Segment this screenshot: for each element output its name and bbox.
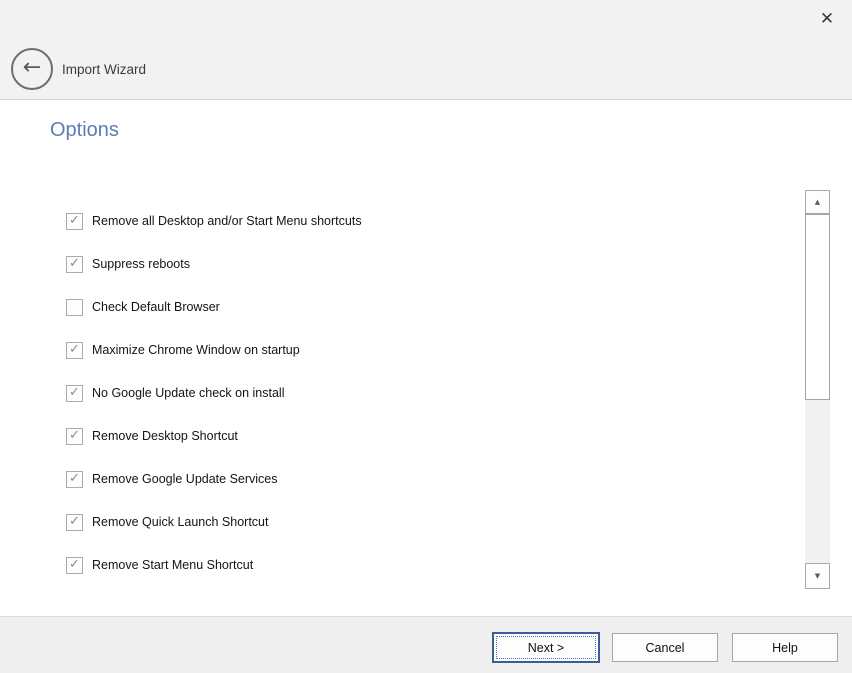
checkmark-icon: ✓: [69, 214, 80, 227]
checkbox-checked[interactable]: ✓: [66, 385, 83, 402]
checkmark-icon: ✓: [69, 257, 80, 270]
option-row: ✓ Suppress reboots: [66, 254, 190, 274]
option-row: Check Default Browser: [66, 297, 220, 317]
option-label: Remove Start Menu Shortcut: [92, 558, 253, 572]
option-row: ✓ No Google Update check on install: [66, 383, 284, 403]
checkmark-icon: ✓: [69, 515, 80, 528]
help-button[interactable]: Help: [732, 633, 838, 662]
cancel-button[interactable]: Cancel: [612, 633, 718, 662]
option-label: No Google Update check on install: [92, 386, 284, 400]
checkbox-checked[interactable]: ✓: [66, 428, 83, 445]
checkbox-checked[interactable]: ✓: [66, 557, 83, 574]
option-row: ✓ Remove Quick Launch Shortcut: [66, 512, 268, 532]
scrollbar-thumb[interactable]: [805, 214, 830, 400]
option-row: ✓ Remove Desktop Shortcut: [66, 426, 238, 446]
checkbox-checked[interactable]: ✓: [66, 213, 83, 230]
options-list: ✓ Remove all Desktop and/or Start Menu s…: [0, 0, 852, 673]
scrollbar[interactable]: ▲ ▼: [805, 190, 830, 589]
checkmark-icon: ✓: [69, 386, 80, 399]
option-label: Maximize Chrome Window on startup: [92, 343, 300, 357]
option-row: ✓ Remove Google Update Services: [66, 469, 278, 489]
import-wizard-window: ✕ ← Import Wizard Options ✓ Remove all D…: [0, 0, 852, 673]
footer-bar: [0, 616, 852, 673]
checkbox-checked[interactable]: ✓: [66, 514, 83, 531]
scroll-up-icon: ▲: [815, 199, 820, 206]
option-label: Remove all Desktop and/or Start Menu sho…: [92, 214, 362, 228]
scroll-down-icon: ▼: [815, 573, 820, 580]
option-label: Remove Quick Launch Shortcut: [92, 515, 268, 529]
option-label: Suppress reboots: [92, 257, 190, 271]
scrollbar-up-button[interactable]: ▲: [805, 190, 830, 214]
option-row: ✓ Maximize Chrome Window on startup: [66, 340, 300, 360]
checkbox-checked[interactable]: ✓: [66, 256, 83, 273]
option-label: Remove Google Update Services: [92, 472, 278, 486]
checkbox-unchecked[interactable]: [66, 299, 83, 316]
checkbox-checked[interactable]: ✓: [66, 471, 83, 488]
option-label: Remove Desktop Shortcut: [92, 429, 238, 443]
checkbox-checked[interactable]: ✓: [66, 342, 83, 359]
next-button[interactable]: Next >: [492, 632, 600, 663]
option-label: Check Default Browser: [92, 300, 220, 314]
checkmark-icon: ✓: [69, 472, 80, 485]
scrollbar-down-button[interactable]: ▼: [805, 563, 830, 589]
option-row: ✓ Remove Start Menu Shortcut: [66, 555, 253, 575]
checkmark-icon: ✓: [69, 429, 80, 442]
checkmark-icon: ✓: [69, 343, 80, 356]
checkmark-icon: ✓: [69, 558, 80, 571]
option-row: ✓ Remove all Desktop and/or Start Menu s…: [66, 211, 362, 231]
